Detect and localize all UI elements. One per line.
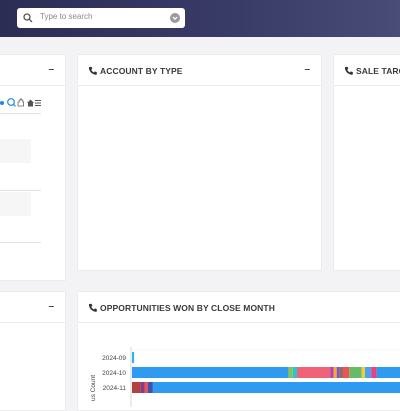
zoom-in-icon[interactable] [0,101,4,105]
bar-segment[interactable] [288,367,293,378]
bar-segment[interactable] [147,382,153,393]
card-title: OPPORTUNITIES WON BY CLOSE MONTH [100,303,275,313]
search-input[interactable]: Type to search [40,12,92,21]
table-row-divider [0,190,41,191]
bar-segment[interactable] [140,382,145,393]
opportunities-won-card: OPPORTUNITIES WON BY CLOSE MONTH us Coun… [77,291,400,411]
left-top-card: – [0,54,66,281]
bar-segment[interactable] [333,367,337,378]
top-bar: Type to search [0,0,400,37]
table-row-divider [0,242,41,243]
bar-segment[interactable] [152,382,400,393]
left-bottom-card: – [0,291,66,411]
collapse-button[interactable]: – [304,64,310,75]
card-title: ACCOUNT BY TYPE [100,66,183,76]
chart-toolbar [0,98,41,107]
table-row [0,192,31,216]
sale-target-card: SALE TARG [333,54,400,271]
bar-segment[interactable] [336,367,340,378]
chevron-down-icon[interactable] [170,13,180,23]
bar-segment[interactable] [361,367,365,378]
zoom-icon[interactable] [7,98,16,107]
bar-segment[interactable] [132,367,289,378]
y-tick-label: 2024-11 [103,385,127,392]
collapse-button[interactable]: – [48,64,54,75]
bar-segment[interactable] [297,367,331,378]
card-header: SALE TARG [334,55,400,86]
collapse-button[interactable]: – [48,301,54,312]
pan-icon[interactable] [17,98,24,107]
bar-segment[interactable] [349,367,362,378]
bar-segment[interactable] [364,367,372,378]
phone-icon [88,66,97,75]
bar-segment[interactable] [132,352,135,363]
bar-segment[interactable] [292,367,298,378]
card-header: OPPORTUNITIES WON BY CLOSE MONTH [78,292,400,323]
bar-segment[interactable] [342,367,350,378]
opportunities-chart: 2024-09 2024-10 2024-11 [102,347,400,407]
bar-segment[interactable] [132,382,141,393]
bar-segment[interactable] [144,382,148,393]
bar-segment[interactable] [376,367,400,378]
y-tick-label: 2024-10 [102,370,126,377]
search-box[interactable]: Type to search [17,8,185,28]
bar-segment[interactable] [339,367,343,378]
home-icon[interactable] [27,99,34,107]
card-header: – [0,55,65,86]
search-icon [23,13,33,23]
card-title: SALE TARG [356,66,400,76]
menu-icon[interactable] [35,100,41,106]
phone-icon [88,303,97,312]
table-row-divider [0,113,41,114]
card-header: – [0,292,65,323]
phone-icon [344,66,353,75]
bar-segment[interactable] [371,367,377,378]
card-header: ACCOUNT BY TYPE – [78,55,321,86]
bar-segment[interactable] [330,367,334,378]
table-row [0,139,31,163]
account-by-type-card: ACCOUNT BY TYPE – [77,54,322,271]
y-tick-label: 2024-09 [102,355,126,362]
